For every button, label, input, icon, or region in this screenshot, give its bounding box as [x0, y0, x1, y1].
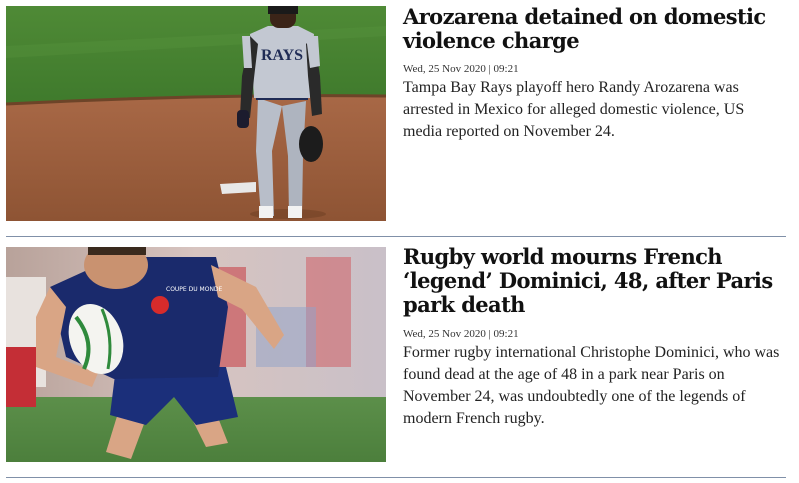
article-summary: Tampa Bay Rays playoff hero Randy Arozar…	[403, 79, 745, 140]
article-thumbnail-link[interactable]: COUPE DU MONDE	[6, 247, 386, 462]
rugby-player-photo: COUPE DU MONDE	[6, 247, 386, 462]
article-card: COUPE DU MONDE Rugby world mourns French…	[0, 237, 799, 483]
article-dateline: Wed, 25 Nov 2020 | 09:21	[403, 328, 519, 340]
article-headline[interactable]: Rugby world mourns French ‘legend’ Domin…	[403, 245, 788, 317]
article-dateline: Wed, 25 Nov 2020 | 09:21	[403, 63, 519, 75]
article-thumbnail-link[interactable]: RAYS	[6, 6, 386, 221]
svg-text:RAYS: RAYS	[261, 47, 303, 64]
article-card: RAYS Arozarena detained on domestic viol…	[0, 0, 799, 237]
baseball-player-photo: RAYS	[6, 6, 386, 221]
article-divider	[6, 477, 786, 478]
svg-text:COUPE DU MONDE: COUPE DU MONDE	[166, 286, 223, 293]
article-summary: Former rugby international Christophe Do…	[403, 344, 780, 427]
article-headline[interactable]: Arozarena detained on domestic violence …	[403, 5, 788, 53]
